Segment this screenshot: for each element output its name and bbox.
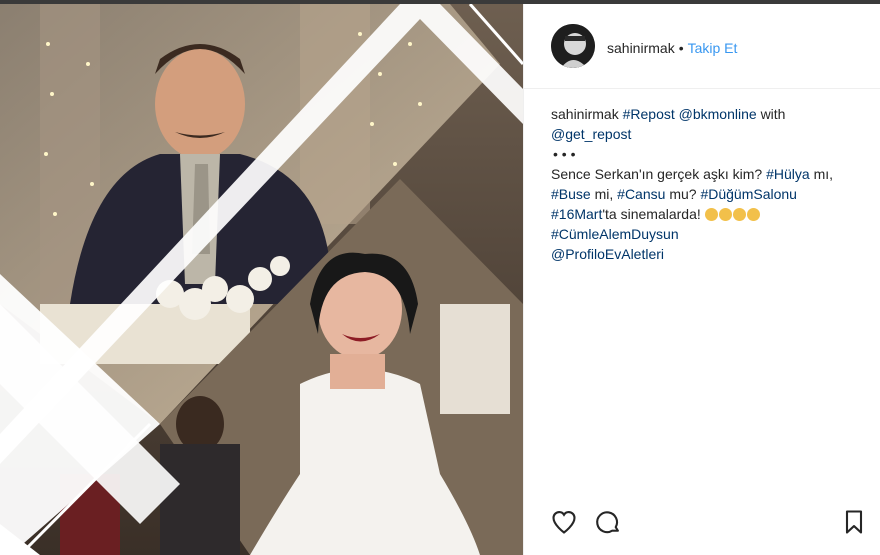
emoji-icon <box>718 208 732 221</box>
caption-line: #16Mart'ta sinemalarda! <box>551 204 851 224</box>
hashtag-cansu[interactable]: #Cansu <box>617 186 665 202</box>
post-caption: sahinirmak #Repost @bkmonline with @get_… <box>551 104 851 264</box>
caption-text: with <box>760 106 786 122</box>
comment-button[interactable] <box>594 508 622 536</box>
hashtag-cumlealemduysun[interactable]: #CümleAlemDuysun <box>551 226 679 242</box>
post-header: sahinirmak • Takip Et <box>524 4 880 89</box>
caption-username-link[interactable]: sahinirmak <box>551 106 619 122</box>
heart-icon <box>552 511 576 534</box>
hashtag-dugumsalonu[interactable]: #DüğümSalonu <box>700 186 797 202</box>
caption-text: mı, <box>813 166 834 182</box>
comment-icon <box>596 511 619 534</box>
hashtag-repost[interactable]: #Repost <box>623 106 675 122</box>
post-media-image[interactable] <box>0 4 523 555</box>
wedding-collage-illustration <box>0 4 523 555</box>
emoji-icon <box>746 208 760 221</box>
caption-line: #Buse mi, #Cansu mu? #DüğümSalonu <box>551 184 851 204</box>
mention-profiloevaletleri[interactable]: @ProfiloEvAletleri <box>551 246 664 262</box>
caption-text: mu? <box>669 186 697 202</box>
user-line: sahinirmak • Takip Et <box>607 40 737 56</box>
separator-dot: • <box>678 40 684 56</box>
caption-line: sahinirmak #Repost @bkmonline with <box>551 104 851 124</box>
hashtag-16mart[interactable]: #16Mart <box>551 206 602 222</box>
caption-text: 'ta sinemalarda! <box>602 206 701 222</box>
dots-text: • • • <box>553 146 576 162</box>
mention-bkmonline[interactable]: @bkmonline <box>679 106 757 122</box>
caption-text: Sence Serkan'ın gerçek aşkı kim? <box>551 166 763 182</box>
caption-dots: • • • <box>551 144 851 164</box>
emoji-icon <box>732 208 746 221</box>
post-side-panel: sahinirmak • Takip Et sahinirmak #Repost @… <box>524 4 880 555</box>
caption-line: #CümleAlemDuysun <box>551 224 851 244</box>
emoji-icon <box>704 208 718 221</box>
bookmark-icon <box>845 510 863 534</box>
caption-text: mi, <box>594 186 614 202</box>
save-button[interactable] <box>840 508 868 536</box>
caption-line: Sence Serkan'ın gerçek aşkı kim? #Hülya … <box>551 164 851 184</box>
mention-get-repost[interactable]: @get_repost <box>551 126 631 142</box>
username-link[interactable]: sahinirmak <box>607 40 675 56</box>
hashtag-buse[interactable]: #Buse <box>551 186 591 202</box>
like-button[interactable] <box>550 508 578 536</box>
avatar-image <box>551 24 595 68</box>
avatar[interactable] <box>551 24 595 68</box>
caption-line: @ProfiloEvAletleri <box>551 244 851 264</box>
caption-line: @get_repost <box>551 124 851 144</box>
hashtag-hulya[interactable]: #Hülya <box>766 166 810 182</box>
follow-button[interactable]: Takip Et <box>688 40 738 56</box>
post-actions-bar <box>524 496 880 546</box>
